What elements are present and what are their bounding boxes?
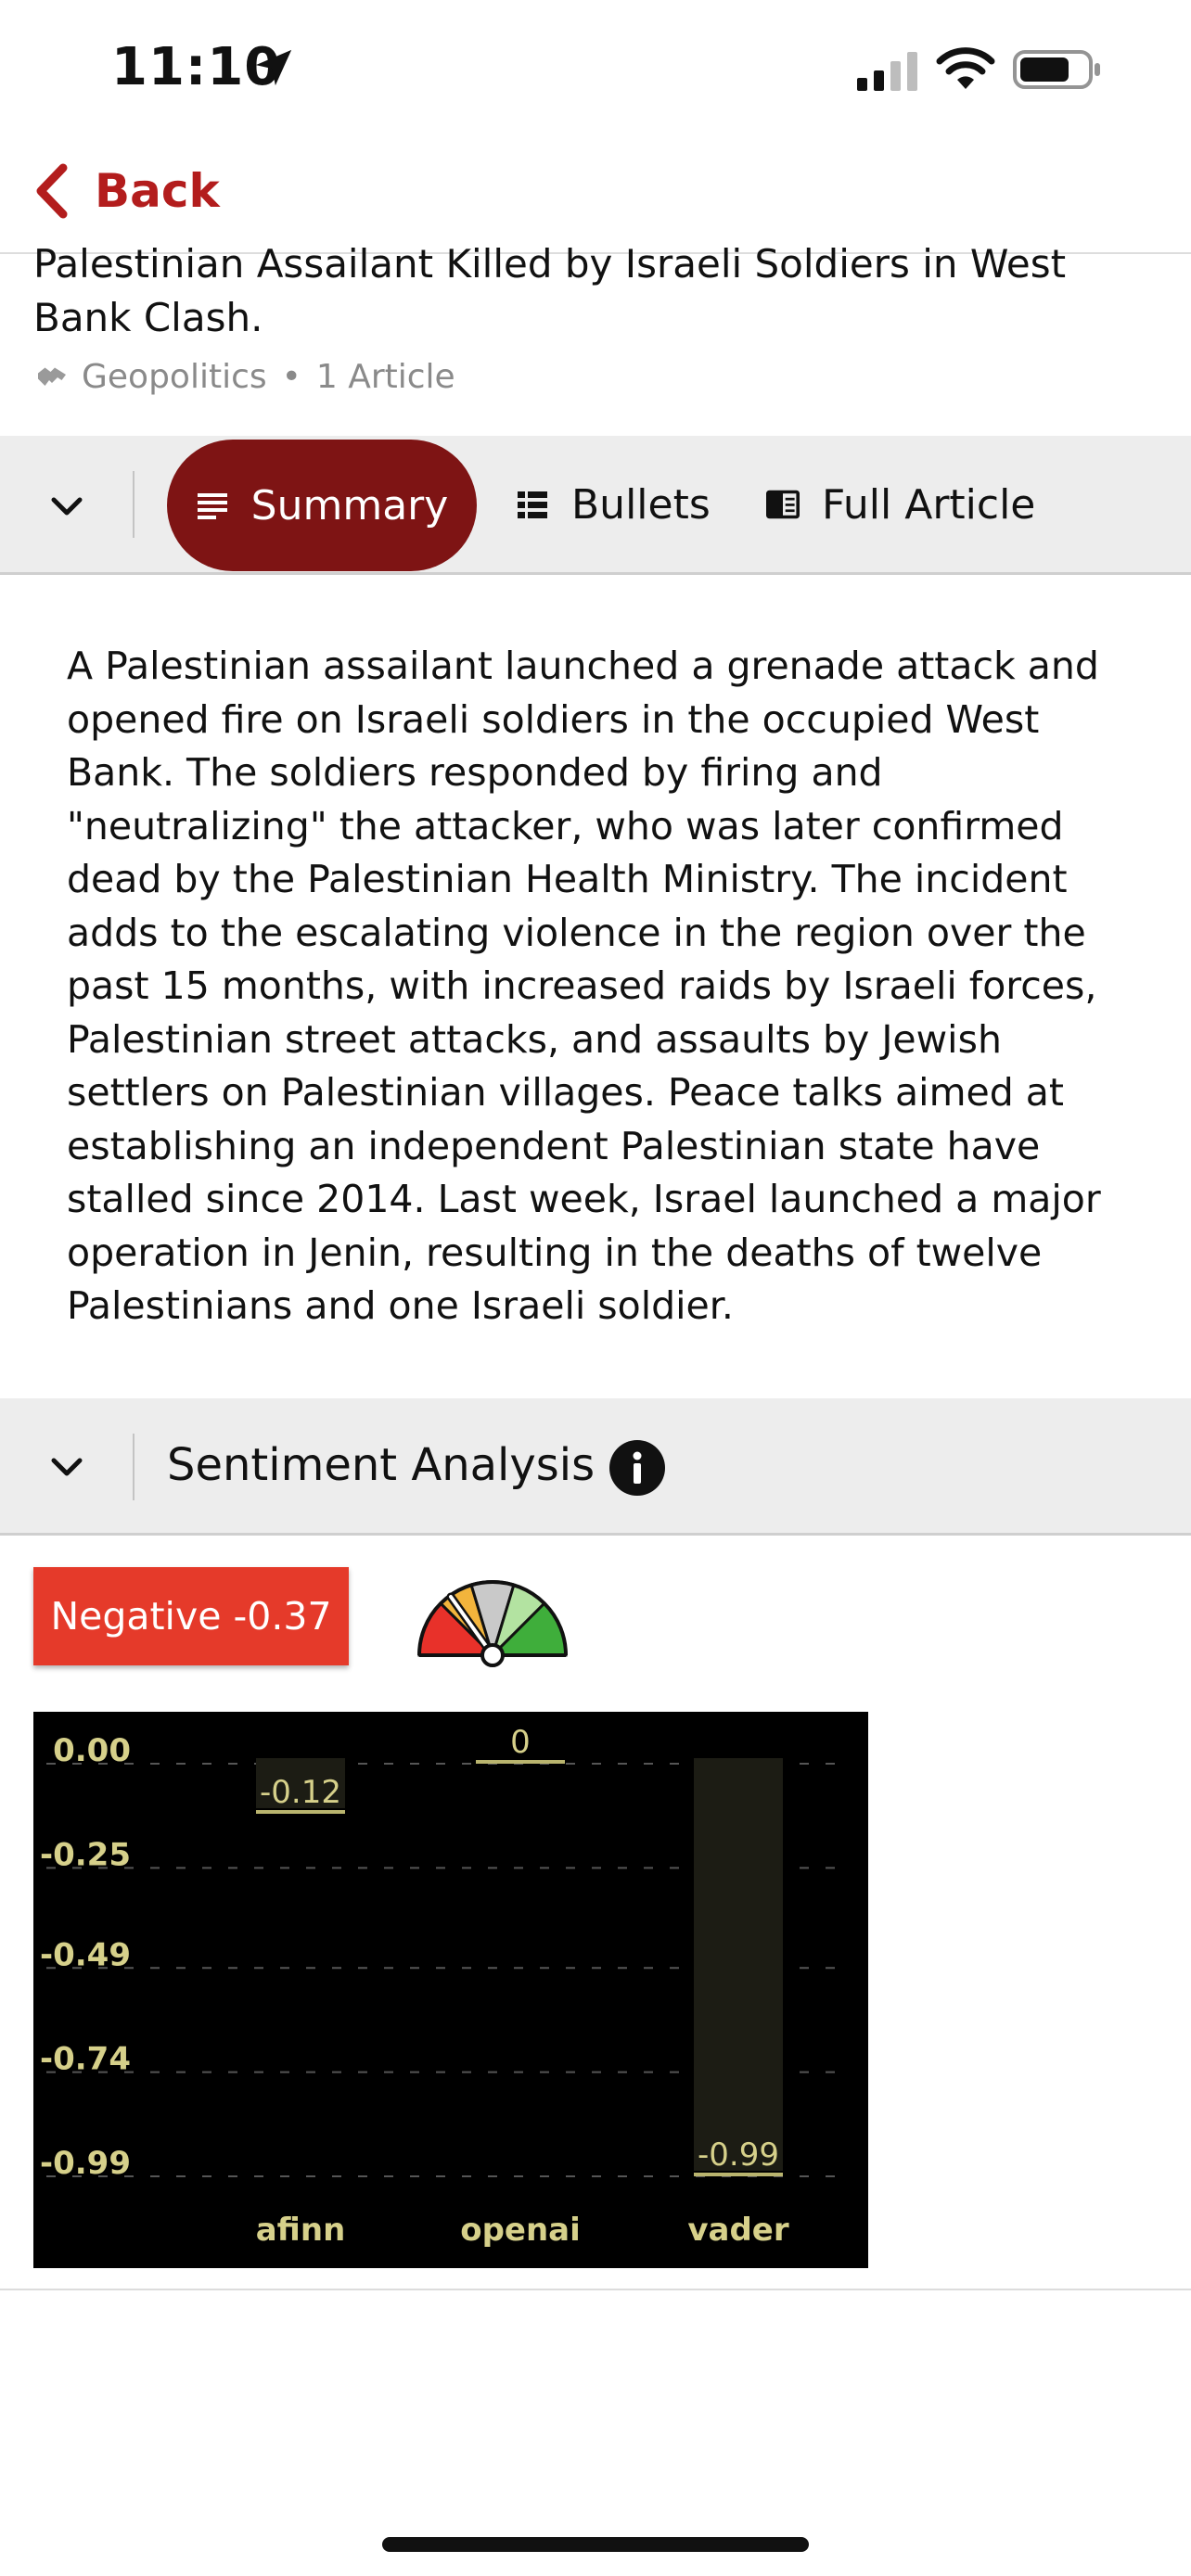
data-label: 0 (510, 1724, 531, 1761)
y-tick-label: 0.00 (53, 1732, 131, 1769)
location-arrow-icon (255, 49, 292, 86)
tab-full-article[interactable]: Full Article (766, 477, 1035, 532)
category-label: Geopolitics (82, 358, 267, 396)
chevron-down-icon[interactable] (45, 1445, 89, 1489)
meta-separator: • (281, 358, 301, 396)
x-tick-label: openai (460, 2212, 581, 2249)
sentiment-gauge-icon (417, 1580, 568, 1667)
section-divider (0, 2289, 1191, 2290)
summary-text: A Palestinian assailant launched a grena… (67, 644, 1101, 1328)
battery-icon (1013, 50, 1100, 89)
cellular-signal-icon (857, 52, 917, 91)
chevron-left-icon (36, 163, 68, 219)
data-label: -0.99 (698, 2136, 779, 2174)
status-bar: 11:10 (0, 0, 1191, 139)
tab-summary[interactable]: Summary (167, 440, 477, 571)
tab-summary-label: Summary (250, 481, 449, 529)
tab-bullets[interactable]: Bullets (516, 477, 711, 532)
back-button[interactable]: Back (33, 161, 220, 221)
bar-vader (694, 1758, 783, 2171)
sentiment-bar-chart: 0.00 -0.25 -0.49 -0.74 -0.99 -0.12 afinn 0 opena… (40, 1724, 850, 2249)
article-count: 1 Article (315, 358, 455, 396)
tab-full-article-label: Full Article (822, 480, 1036, 529)
y-tick-label: -0.49 (40, 1936, 131, 1973)
summary-lines-icon (197, 493, 227, 519)
chevron-down-icon[interactable] (45, 484, 89, 529)
y-tick-label: -0.99 (40, 2145, 131, 2182)
sentiment-title: Sentiment Analysis (167, 1439, 596, 1491)
y-tick-label: -0.74 (40, 2041, 131, 2078)
x-tick-label: afinn (256, 2212, 346, 2249)
home-indicator[interactable] (382, 2537, 809, 2552)
toolbar-divider (133, 1434, 134, 1500)
article-title: Palestinian Assailant Killed by Israeli … (33, 241, 1067, 340)
wifi-icon (936, 47, 995, 89)
tab-bullets-label: Bullets (571, 480, 711, 529)
view-toolbar: Summary Bullets Full Article (0, 436, 1191, 575)
info-icon[interactable] (608, 1439, 666, 1497)
data-label: -0.12 (260, 1774, 341, 1811)
x-tick-label: vader (687, 2212, 789, 2249)
back-label: Back (95, 164, 220, 218)
sentiment-toolbar: Sentiment Analysis (0, 1398, 1191, 1536)
sentiment-chart: 0.00 -0.25 -0.49 -0.74 -0.99 -0.12 afinn 0 opena… (33, 1712, 868, 2268)
sentiment-badge: Negative -0.37 (33, 1567, 349, 1665)
article-meta: Geopolitics • 1 Article (35, 358, 455, 396)
article-book-icon (766, 490, 800, 519)
toolbar-divider (133, 471, 134, 538)
bullet-list-icon (518, 491, 547, 518)
y-tick-label: -0.25 (40, 1836, 131, 1873)
handshake-icon (38, 367, 66, 386)
